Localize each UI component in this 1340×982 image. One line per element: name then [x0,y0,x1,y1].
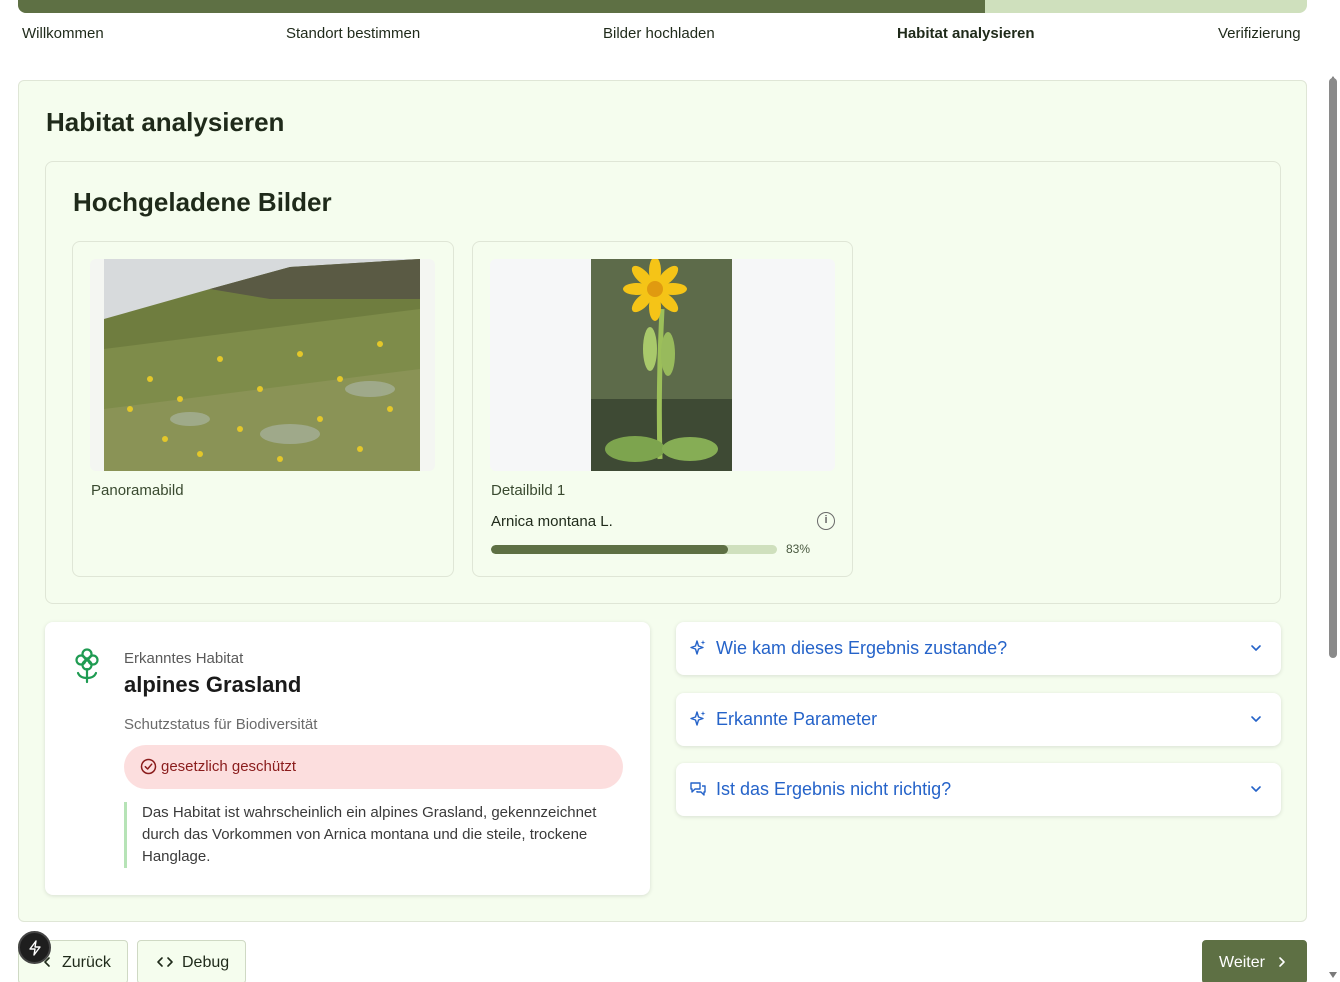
main-card: Habitat analysieren Hochgeladene Bilder [18,80,1307,922]
info-icon[interactable]: i [817,512,835,530]
step-standort-bestimmen[interactable]: Standort bestimmen [286,25,420,42]
step-willkommen[interactable]: Willkommen [22,25,104,42]
arnica-photo[interactable] [490,259,835,471]
next-button-label: Weiter [1219,954,1265,971]
sparkles-icon [690,640,706,655]
wizard-progress-bar [18,0,1307,13]
page-title: Habitat analysieren [46,107,285,137]
accordion-detected-parameters[interactable]: Erkannte Parameter [676,693,1281,746]
protection-status-badge: gesetzlich geschützt [124,745,623,789]
habitat-description: Das Habitat ist wahrscheinlich ein alpin… [124,802,624,868]
chevron-down-icon [1251,786,1261,792]
chevron-down-icon [1251,716,1261,722]
check-circle-icon [140,758,157,775]
confidence-bar [491,545,777,554]
image-caption: Panoramabild [91,482,184,499]
image-card-panorama: Panoramabild [72,241,454,577]
next-button[interactable]: Weiter [1202,940,1307,982]
habitat-name: alpines Grasland [124,672,302,697]
step-verifizierung[interactable]: Verifizierung [1218,25,1301,42]
accordion-result-explanation[interactable]: Wie kam dieses Ergebnis zustande? [676,622,1281,675]
image-caption: Detailbild 1 [491,482,566,499]
habitat-result-card: Erkanntes Habitat alpines Grasland Schut… [45,622,650,895]
section-title: Hochgeladene Bilder [73,187,332,217]
dev-tools-badge[interactable] [18,931,51,964]
protection-status-label: Schutzstatus für Biodiversität [124,716,318,733]
scrollbar-thumb[interactable] [1329,78,1337,658]
code-icon [157,957,173,967]
lightning-icon [29,940,41,956]
back-button-label: Zurück [62,954,111,971]
page: Willkommen Standort bestimmen Bilder hoc… [0,0,1340,982]
accordion-report-wrong-result[interactable]: Ist das Ergebnis nicht richtig? [676,763,1281,816]
wizard-progress-fill [18,0,985,13]
species-name: Arnica montana L. [491,513,613,530]
habitat-kicker: Erkanntes Habitat [124,650,244,667]
chevron-down-icon [1251,645,1261,651]
step-bilder-hochladen[interactable]: Bilder hochladen [603,25,715,42]
image-card-detail: Detailbild 1 Arnica montana L. i 83% [472,241,853,577]
confidence-label: 83% [786,542,811,556]
chevron-right-icon [1279,957,1285,967]
scrollbar[interactable] [1326,60,1340,982]
accordion-label: Erkannte Parameter [716,709,878,729]
uploaded-images-section: Hochgeladene Bilder Panoramabild Detailb… [45,161,1281,604]
accordion-label: Wie kam dieses Ergebnis zustande? [716,638,1008,658]
confidence-bar-fill [491,545,729,554]
debug-button-label: Debug [182,954,230,971]
flower-icon [75,648,99,684]
debug-button[interactable]: Debug [137,940,246,982]
step-habitat-analysieren[interactable]: Habitat analysieren [897,25,1035,42]
scroll-down-arrow-icon[interactable] [1329,972,1337,978]
protection-status-text: gesetzlich geschützt [161,758,297,775]
sparkles-icon [690,711,706,726]
accordion-label: Ist das Ergebnis nicht richtig? [716,779,952,799]
chat-icon [690,782,706,796]
meadow-photo[interactable] [90,259,435,471]
